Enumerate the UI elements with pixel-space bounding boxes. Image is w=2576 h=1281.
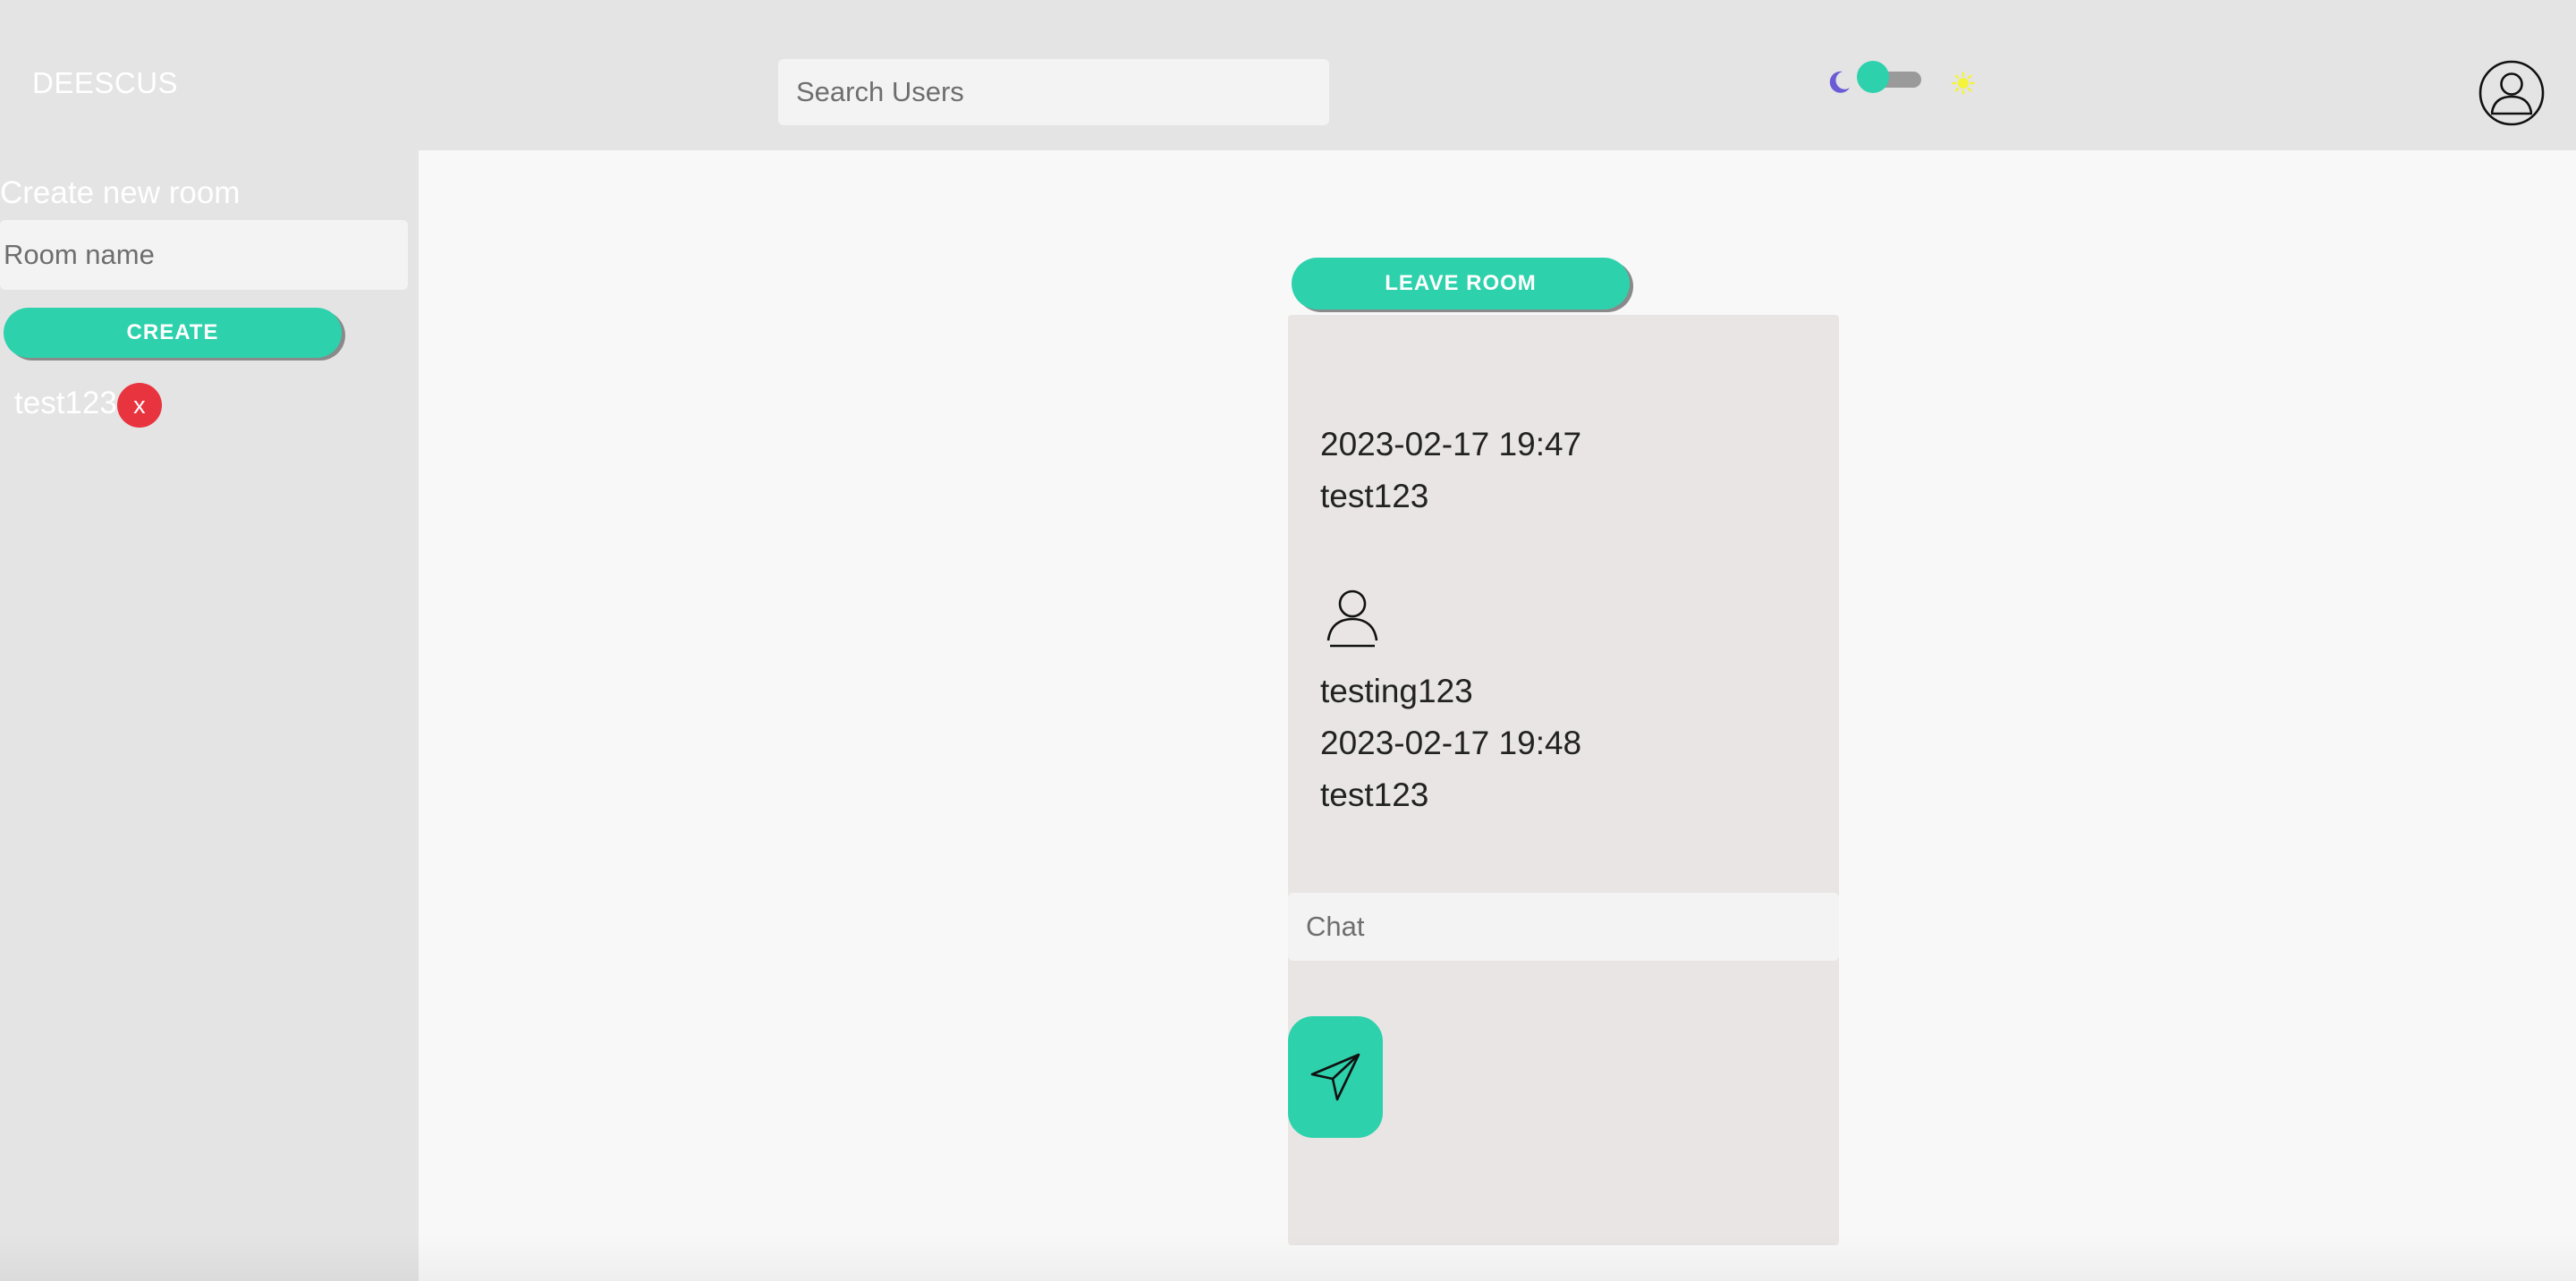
user-circle-icon (2478, 60, 2546, 131)
leave-room-button[interactable]: LEAVE ROOM (1292, 258, 1630, 310)
sidebar: Create new room CREATE test123 x (0, 150, 419, 1281)
message-text: test123 (1320, 776, 1429, 813)
message-text: test123 (1320, 478, 1429, 514)
room-name-input[interactable] (0, 220, 408, 290)
send-icon (1309, 1049, 1362, 1106)
top-header: DEESCUS (0, 0, 2576, 150)
message-author: testing123 (1320, 673, 1473, 709)
sun-icon (1952, 72, 1975, 99)
delete-room-button[interactable]: x (116, 383, 162, 428)
room-list-item[interactable]: test123 x (14, 379, 162, 428)
chat-input[interactable] (1288, 893, 1839, 961)
create-room-title: Create new room (0, 175, 241, 210)
toggle-knob[interactable] (1857, 61, 1889, 93)
chat-panel: 2023-02-17 19:47 test123 testing123 2023… (1288, 315, 1839, 1245)
message-timestamp: 2023-02-17 19:47 (1320, 426, 1582, 462)
create-room-button[interactable]: CREATE (4, 308, 342, 358)
bottom-shadow (0, 1234, 2576, 1281)
moon-icon (1825, 68, 1853, 101)
search-users-input[interactable] (778, 59, 1329, 125)
user-avatar-icon (1320, 585, 1385, 649)
profile-avatar-button[interactable] (2478, 59, 2546, 127)
room-name[interactable]: test123 (14, 386, 117, 421)
message-timestamp: 2023-02-17 19:48 (1320, 725, 1582, 761)
app-logo[interactable]: DEESCUS (32, 66, 178, 100)
send-message-button[interactable] (1288, 1016, 1383, 1138)
theme-toggle[interactable] (1821, 55, 1982, 109)
